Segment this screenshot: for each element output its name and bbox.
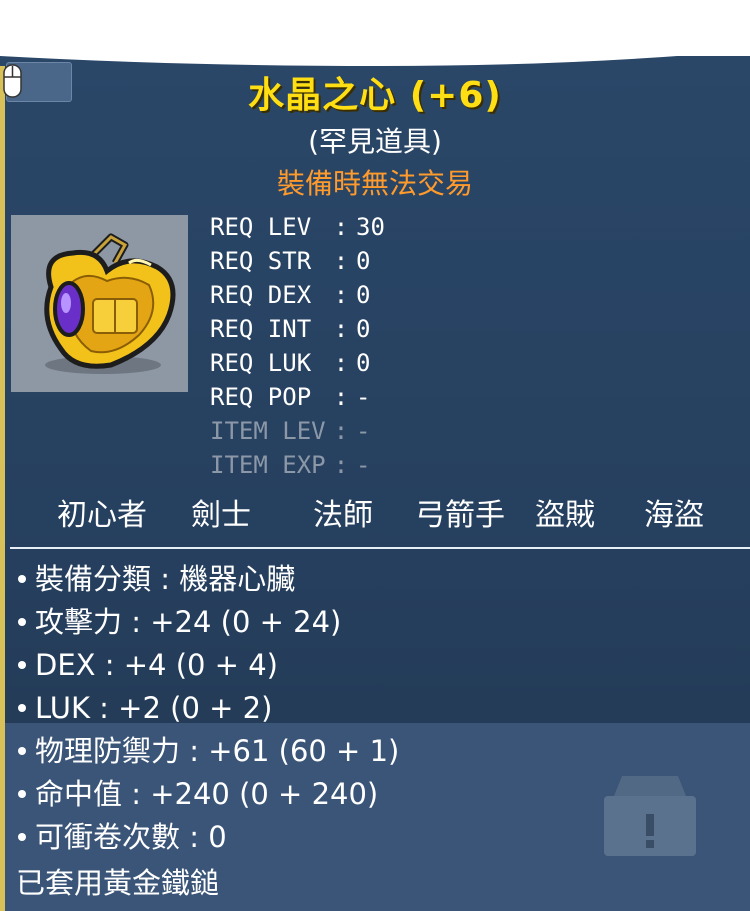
bullet-icon bbox=[18, 618, 26, 626]
bullet-icon bbox=[18, 575, 26, 583]
bullet-icon bbox=[18, 833, 26, 841]
stat-attack: 攻擊力 : +24 (0 + 24) bbox=[18, 601, 399, 644]
req-int: REQ INT:0 bbox=[210, 315, 371, 343]
job-list: 初心者 劍士 法師 弓箭手 盜賊 海盜 bbox=[0, 490, 750, 534]
job-magician: 法師 bbox=[313, 498, 373, 533]
crystal-heart-icon bbox=[44, 233, 176, 374]
job-thief: 盜賊 bbox=[535, 498, 595, 533]
bullet-icon bbox=[18, 790, 26, 798]
trade-restriction: 裝備時無法交易 bbox=[276, 167, 473, 200]
req-luk: REQ LUK:0 bbox=[210, 349, 371, 377]
bullet-icon bbox=[18, 704, 26, 712]
golden-hammer-applied: 已套用黃金鐵鎚 bbox=[16, 866, 220, 900]
req-str: REQ STR:0 bbox=[210, 247, 371, 275]
job-pirate: 海盜 bbox=[644, 498, 704, 533]
item-exp: ITEM EXP: - bbox=[210, 451, 371, 479]
stat-upgrade-slots: 可衝卷次數 : 0 bbox=[18, 816, 399, 859]
stat-dex: DEX : +4 (0 + 4) bbox=[18, 644, 399, 687]
bullet-icon bbox=[18, 661, 26, 669]
bullet-icon bbox=[18, 747, 26, 755]
req-dex: REQ DEX:0 bbox=[210, 281, 371, 309]
stat-accuracy: 命中值 : +240 (0 + 240) bbox=[18, 773, 399, 816]
req-pop: REQ POP: - bbox=[210, 383, 371, 411]
stat-weapon-defense: 物理防禦力 : +61 (60 + 1) bbox=[18, 730, 399, 773]
req-level: REQ LEV:30 bbox=[210, 213, 385, 241]
job-warrior: 劍士 bbox=[191, 498, 251, 533]
item-image-frame bbox=[11, 215, 188, 392]
job-beginner: 初心者 bbox=[57, 498, 147, 533]
job-bowman: 弓箭手 bbox=[415, 498, 505, 533]
requirements-list: REQ LEV:30 REQ STR:0 REQ DEX:0 REQ INT:0… bbox=[210, 210, 385, 482]
stat-category: 裝備分類 : 機器心臟 bbox=[18, 558, 399, 601]
stat-list: 裝備分類 : 機器心臟 攻擊力 : +24 (0 + 24) DEX : +4 … bbox=[18, 558, 399, 859]
item-rarity: (罕見道具) bbox=[308, 125, 442, 158]
section-divider bbox=[10, 547, 750, 549]
item-title: 水晶之心 (+6) bbox=[248, 75, 502, 116]
item-level: ITEM LEV: - bbox=[210, 417, 371, 445]
stat-luk: LUK : +2 (0 + 2) bbox=[18, 687, 399, 730]
lock-icon bbox=[604, 776, 696, 856]
